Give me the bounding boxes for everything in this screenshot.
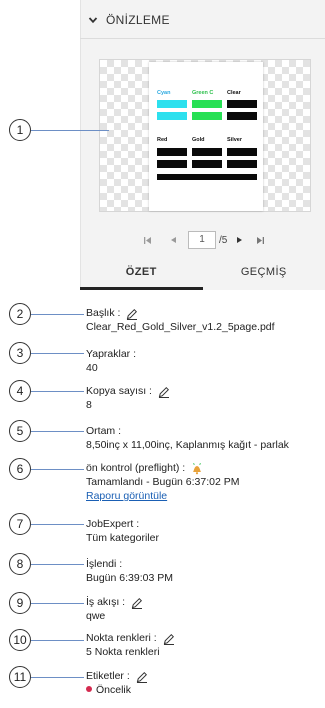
leader-line xyxy=(31,677,84,678)
field-pages: Yapraklar : 40 xyxy=(86,348,136,375)
page-total: /5 xyxy=(219,234,228,246)
field-copies-value: 8 xyxy=(86,399,92,411)
field-jobexpert-value: Tüm kategoriler xyxy=(86,532,159,544)
swatch-bar-clear xyxy=(227,100,257,108)
callout-marker: 7 xyxy=(9,513,31,535)
callout-marker: 5 xyxy=(9,420,31,442)
field-preflight-label: ön kontrol (preflight) : xyxy=(86,462,186,474)
swatch-bar-red xyxy=(157,148,187,156)
leader-line xyxy=(31,431,84,432)
pencil-edit-icon[interactable] xyxy=(126,308,138,320)
swatch-bar-wide xyxy=(157,174,257,180)
divider xyxy=(80,38,325,39)
field-media: Ortam : 8,50inç x 11,00inç, Kaplanmış ka… xyxy=(86,425,289,452)
swatch-bar-cyan xyxy=(157,100,187,108)
callout-marker: 9 xyxy=(9,592,31,614)
leader-line xyxy=(31,391,84,392)
view-report-link[interactable]: Raporu görüntüle xyxy=(86,490,240,503)
field-workflow-value: qwe xyxy=(86,610,106,622)
callout-marker: 2 xyxy=(9,303,31,325)
field-copies: Kopya sayısı : 8 xyxy=(86,385,170,412)
swatch-bar-clear xyxy=(227,112,257,120)
last-page-icon xyxy=(256,236,264,244)
page-navigator: 1 /5 xyxy=(140,230,267,250)
field-processed-label: İşlendi : xyxy=(86,558,123,570)
field-tags: Etiketler : Öncelik xyxy=(86,670,148,697)
swatch-title-green: Green C xyxy=(192,90,214,96)
swatch-bar-gold xyxy=(192,160,222,168)
chevron-down-icon xyxy=(88,17,98,24)
leader-line xyxy=(31,469,84,470)
field-tags-value: Öncelik xyxy=(96,684,132,696)
pencil-edit-icon[interactable] xyxy=(158,386,170,398)
swatch-bar-silver xyxy=(227,148,257,156)
warning-bell-icon xyxy=(193,462,202,474)
swatch-bar-green xyxy=(192,100,222,108)
field-spot-colors-value: 5 Nokta renkleri xyxy=(86,646,160,658)
priority-dot xyxy=(86,686,92,692)
field-workflow: İş akışı : qwe xyxy=(86,596,143,623)
field-copies-label: Kopya sayısı : xyxy=(86,385,152,397)
field-spot-colors-label: Nokta renkleri : xyxy=(86,632,157,644)
swatch-bar-silver xyxy=(227,160,257,168)
pencil-edit-icon[interactable] xyxy=(136,671,148,683)
field-jobexpert-label: JobExpert : xyxy=(86,518,140,530)
page-number-input[interactable]: 1 xyxy=(188,231,216,249)
preview-section-header[interactable]: ÖNİZLEME xyxy=(88,10,170,30)
field-title: Başlık : Clear_Red_Gold_Silver_v1.2_5pag… xyxy=(86,307,275,334)
field-title-value: Clear_Red_Gold_Silver_v1.2_5page.pdf xyxy=(86,321,275,333)
field-jobexpert: JobExpert : Tüm kategoriler xyxy=(86,518,159,545)
callout-marker: 8 xyxy=(9,553,31,575)
tab-history[interactable]: GEÇMİŞ xyxy=(203,258,325,290)
callout-marker: 4 xyxy=(9,380,31,402)
field-processed-value: Bugün 6:39:03 PM xyxy=(86,572,173,584)
swatch-title-red: Red xyxy=(157,137,168,143)
field-preflight: ön kontrol (preflight) : Tamamlandı - Bu… xyxy=(86,462,240,503)
leader-line xyxy=(31,353,84,354)
last-page-button[interactable] xyxy=(253,233,267,247)
field-title-label: Başlık : xyxy=(86,307,121,319)
field-spot-colors: Nokta renkleri : 5 Nokta renkleri xyxy=(86,632,175,659)
next-page-icon xyxy=(237,237,243,243)
preview-header-label: ÖNİZLEME xyxy=(106,13,170,27)
callout-marker: 1 xyxy=(9,119,31,141)
leader-line xyxy=(31,564,84,565)
first-page-button[interactable] xyxy=(140,233,154,247)
swatch-bar-cyan xyxy=(157,112,187,120)
swatch-bar-gold xyxy=(192,148,222,156)
callout-marker: 6 xyxy=(9,458,31,480)
swatch-title-clear: Clear xyxy=(227,90,241,96)
first-page-icon xyxy=(143,236,151,244)
field-workflow-label: İş akışı : xyxy=(86,596,126,608)
field-media-value: 8,50inç x 11,00inç, Kaplanmış kağıt - pa… xyxy=(86,439,289,451)
field-preflight-value: Tamamlandı - Bugün 6:37:02 PM xyxy=(86,476,240,488)
tab-bar: ÖZET GEÇMİŞ xyxy=(80,258,325,290)
swatch-title-cyan: Cyan xyxy=(157,90,171,96)
previous-page-icon xyxy=(171,237,176,243)
field-pages-value: 40 xyxy=(86,362,98,374)
callout-marker: 11 xyxy=(9,666,31,688)
leader-line xyxy=(31,524,84,525)
leader-line xyxy=(31,314,84,315)
swatch-title-gold: Gold xyxy=(192,137,205,143)
leader-line xyxy=(31,130,109,131)
callout-marker: 10 xyxy=(9,629,31,651)
callout-marker: 3 xyxy=(9,342,31,364)
previous-page-button[interactable] xyxy=(166,233,180,247)
tab-summary[interactable]: ÖZET xyxy=(80,258,203,290)
leader-line xyxy=(31,603,84,604)
leader-line xyxy=(31,640,84,641)
field-processed: İşlendi : Bugün 6:39:03 PM xyxy=(86,558,173,585)
pencil-edit-icon[interactable] xyxy=(131,597,143,609)
swatch-bar-red xyxy=(157,160,187,168)
field-tags-label: Etiketler : xyxy=(86,670,130,682)
swatch-bar-green xyxy=(192,112,222,120)
preview-page: Cyan Green C Clear Red Gold Silver xyxy=(149,62,263,211)
next-page-button[interactable] xyxy=(233,233,247,247)
pencil-edit-icon[interactable] xyxy=(163,633,175,645)
field-media-label: Ortam : xyxy=(86,425,122,437)
swatch-title-silver: Silver xyxy=(227,137,242,143)
page-preview-thumbnail[interactable]: Cyan Green C Clear Red Gold Silver xyxy=(99,59,311,212)
field-pages-label: Yapraklar : xyxy=(86,348,136,360)
